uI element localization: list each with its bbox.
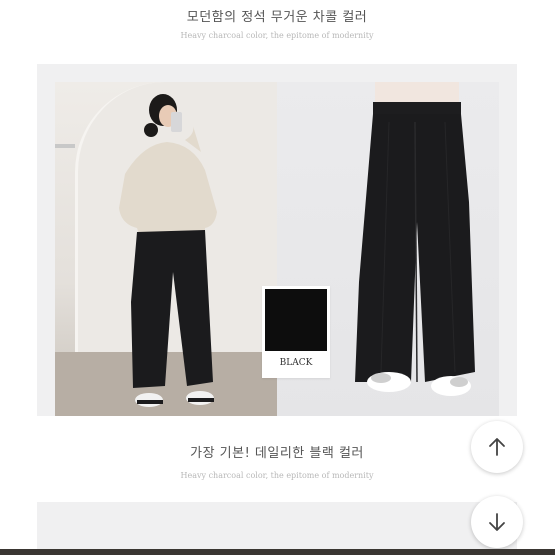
color-swatch-label: BLACK bbox=[279, 358, 313, 368]
color-swatch-black bbox=[265, 289, 327, 351]
top-caption-subtitle: Heavy charcoal color, the epitome of mod… bbox=[180, 31, 374, 40]
top-caption-title: 모던함의 정석 무거운 차콜 컬러 bbox=[186, 10, 368, 25]
arrow-down-icon bbox=[489, 513, 505, 531]
model-photo bbox=[55, 82, 288, 416]
product-detail-page: 모던함의 정석 무거운 차콜 컬러 Heavy charcoal color, … bbox=[0, 0, 555, 555]
bottom-caption-title: 가장 기본! 데일리한 블랙 컬러 bbox=[190, 446, 364, 461]
model-figure bbox=[119, 94, 217, 407]
arrow-up-icon bbox=[489, 438, 505, 456]
scroll-up-button[interactable] bbox=[471, 421, 523, 473]
next-image-edge bbox=[0, 549, 555, 555]
bottom-caption-subtitle: Heavy charcoal color, the epitome of mod… bbox=[180, 471, 374, 480]
bottom-caption: 가장 기본! 데일리한 블랙 컬러 Heavy charcoal color, … bbox=[37, 416, 517, 502]
product-photo: BLACK bbox=[55, 82, 499, 416]
color-swatch-card: BLACK bbox=[262, 286, 330, 378]
top-caption: 모던함의 정석 무거운 차콜 컬러 Heavy charcoal color, … bbox=[37, 0, 517, 64]
scroll-down-button[interactable] bbox=[471, 496, 523, 548]
content-panel: 모던함의 정석 무거운 차콜 컬러 Heavy charcoal color, … bbox=[37, 0, 517, 555]
